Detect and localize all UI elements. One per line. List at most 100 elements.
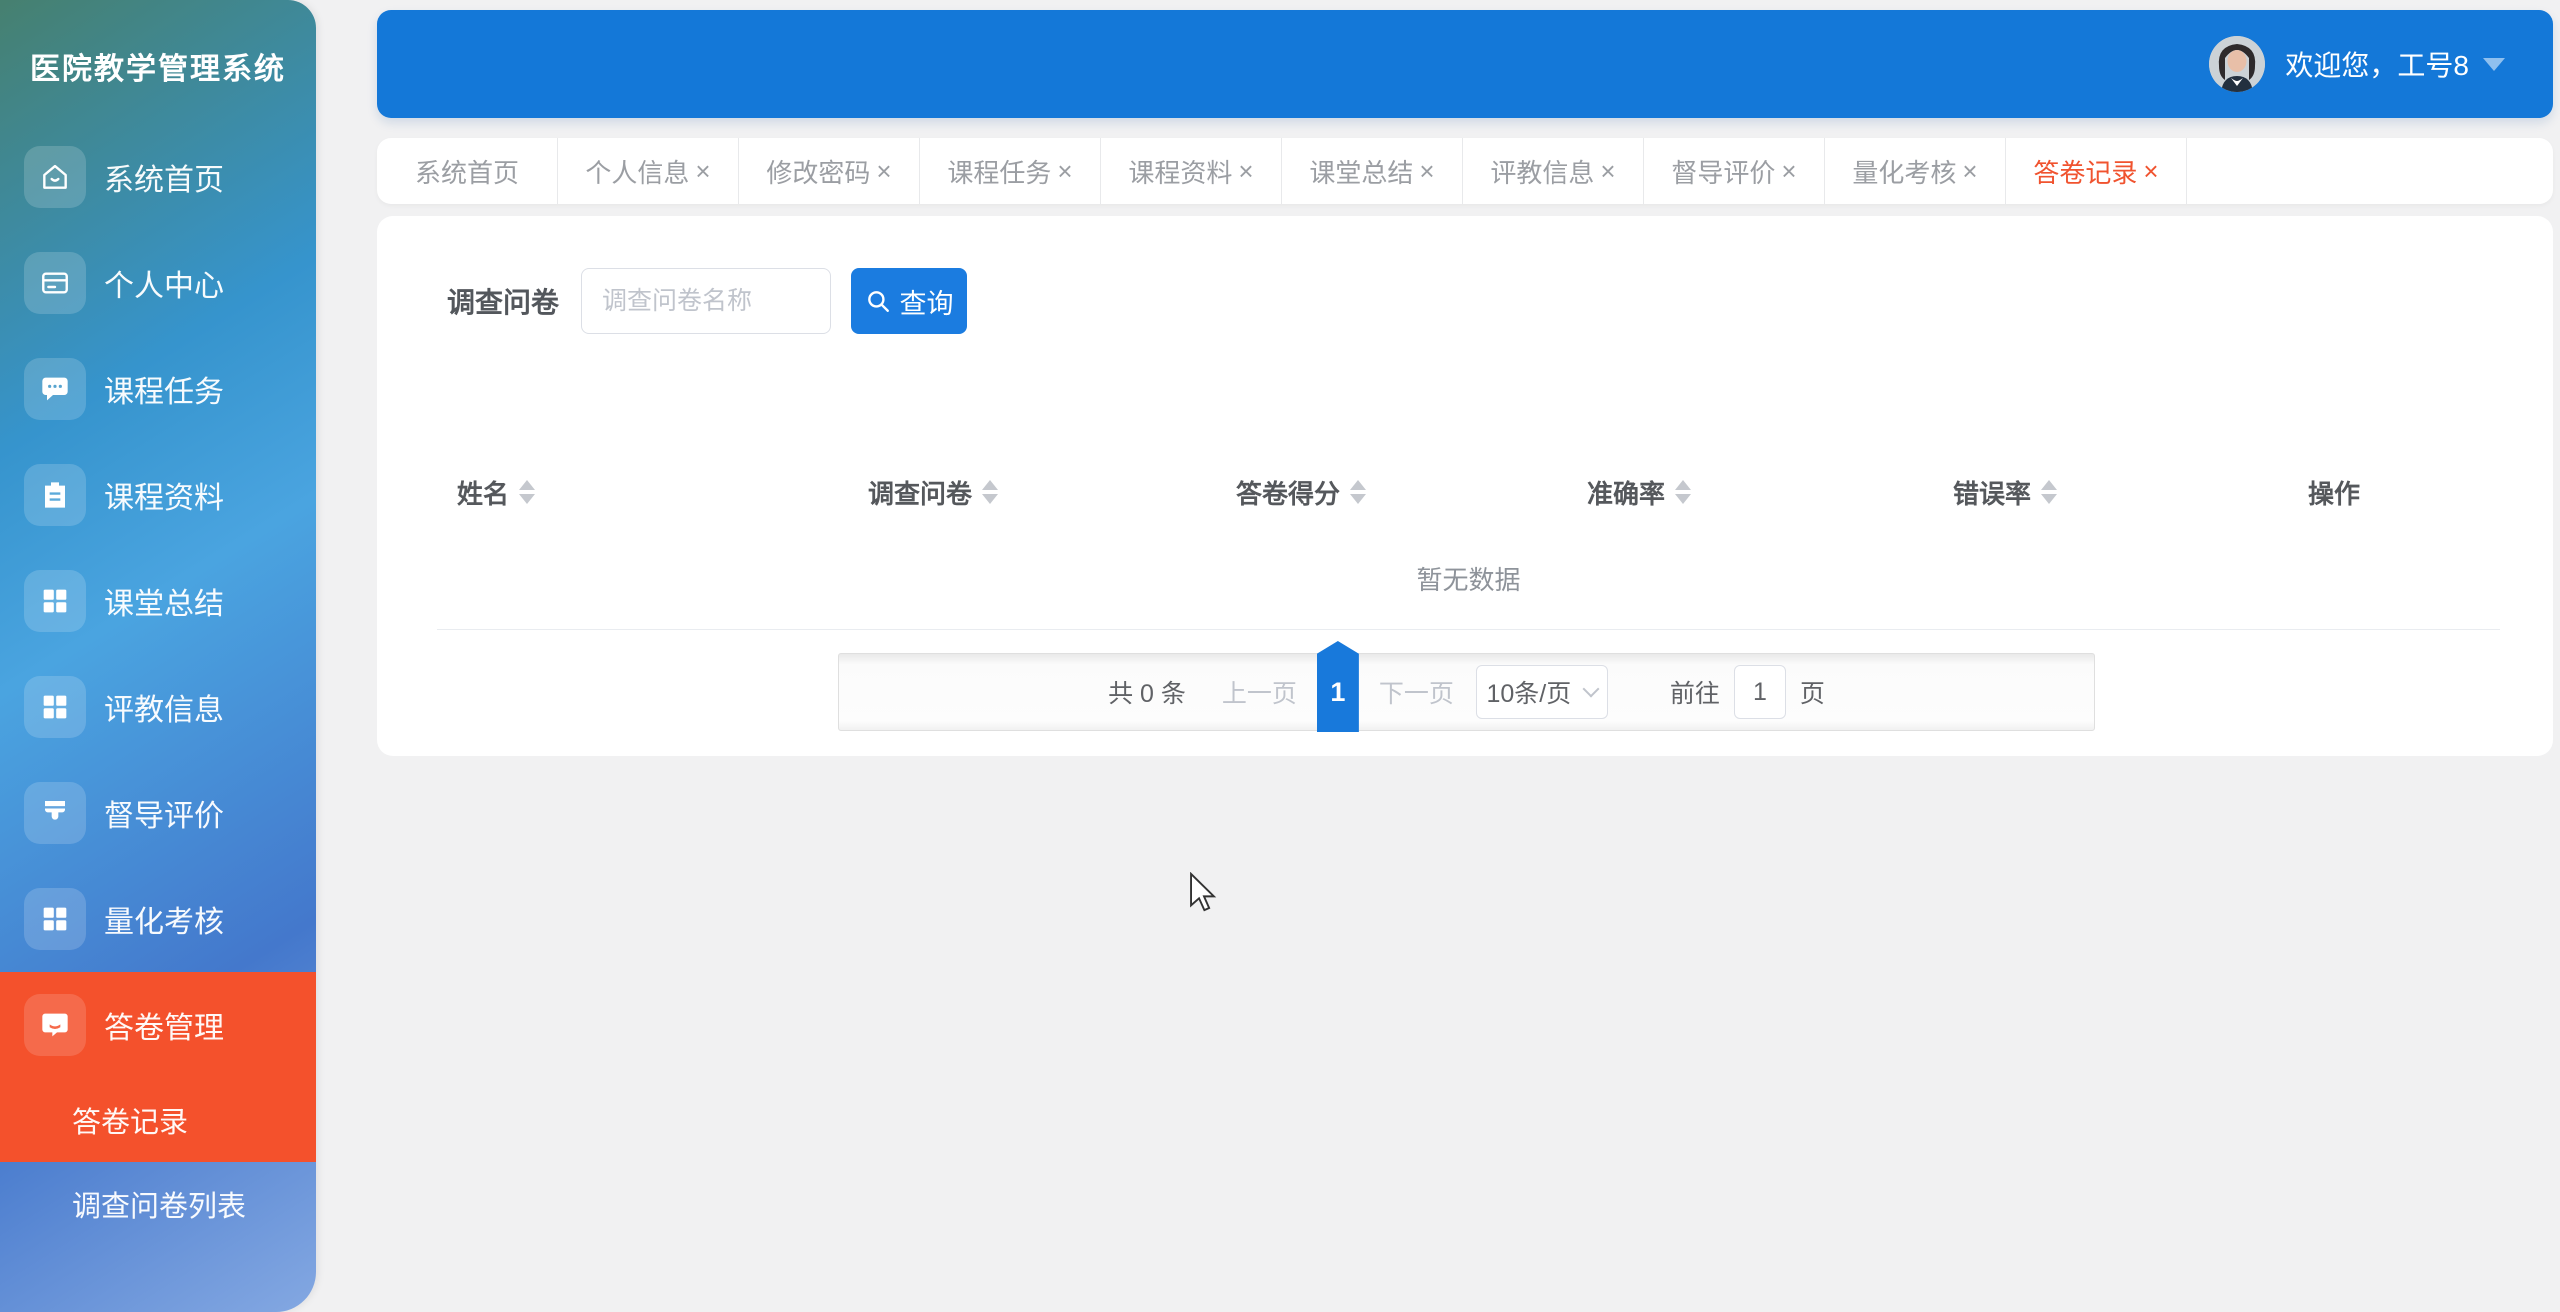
column-header-5: 操作: [2288, 474, 2500, 511]
sidebar-item-label: 督导评价: [104, 800, 224, 833]
card-icon: [24, 252, 86, 314]
tab-6[interactable]: 评教信息 ×: [1463, 138, 1644, 204]
page-size-select[interactable]: 10条/页: [1475, 665, 1608, 719]
sidebar-item-label: 答卷管理: [104, 1012, 224, 1045]
sidebar-item-8[interactable]: 答卷管理: [0, 972, 316, 1078]
tab-close-icon[interactable]: ×: [1962, 158, 1977, 184]
chevron-down-icon: [1582, 680, 1600, 698]
goto-unit-label: 页: [1799, 680, 1825, 708]
sidebar-subitem-8-1[interactable]: 调查问卷列表: [0, 1162, 316, 1246]
tab-1[interactable]: 个人信息 ×: [558, 138, 739, 204]
tab-7[interactable]: 督导评价 ×: [1644, 138, 1825, 204]
goto-page-group: 前往 页: [1670, 665, 1825, 719]
column-header-label: 准确率: [1587, 478, 1666, 509]
tab-5[interactable]: 课堂总结 ×: [1282, 138, 1463, 204]
sidebar-group-8: 答卷管理答卷记录 调查问卷列表: [0, 972, 316, 1246]
tab-label: 系统首页: [414, 157, 519, 188]
column-header-label: 操作: [2308, 478, 2361, 509]
page-size-value: 10条/页: [1486, 680, 1572, 708]
search-icon: [867, 291, 889, 312]
sidebar-item-label: 量化考核: [104, 906, 224, 939]
results-table: 姓名 调查问卷 答卷得分 准确率 错误率 操作 暂无数据: [437, 456, 2500, 630]
sidebar-item-label: 系统首页: [104, 164, 224, 197]
sidebar-item-6[interactable]: 督导评价: [0, 760, 316, 866]
sidebar-item-5[interactable]: 评教信息: [0, 654, 316, 760]
sort-icon[interactable]: [1675, 480, 1692, 504]
column-header-1[interactable]: 调查问卷: [848, 474, 1216, 511]
tab-2[interactable]: 修改密码 ×: [739, 138, 920, 204]
user-avatar[interactable]: [2209, 36, 2266, 92]
sidebar-item-label: 课堂总结: [104, 588, 224, 621]
query-button[interactable]: 查询: [851, 268, 967, 334]
tab-close-icon[interactable]: ×: [2143, 158, 2158, 184]
tab-3[interactable]: 课程任务 ×: [920, 138, 1101, 204]
sort-icon[interactable]: [519, 480, 536, 504]
welcome-text[interactable]: 欢迎您，工号8: [2285, 44, 2469, 84]
top-header: 欢迎您，工号8: [377, 10, 2553, 118]
tab-close-icon[interactable]: ×: [1600, 158, 1615, 184]
answer-icon: [24, 994, 86, 1056]
tab-close-icon[interactable]: ×: [876, 158, 891, 184]
sidebar-group-5: 评教信息: [0, 654, 316, 760]
tab-label: 课程任务: [947, 157, 1052, 188]
tab-label: 督导评价: [1671, 157, 1776, 188]
pagination-total: 共 0 条: [1108, 680, 1186, 708]
app-title: 医院教学管理系统: [30, 53, 286, 86]
sidebar-item-label: 个人中心: [104, 270, 224, 303]
chevron-down-icon[interactable]: [2483, 57, 2505, 71]
search-input[interactable]: [581, 268, 831, 334]
tab-close-icon[interactable]: ×: [1781, 158, 1796, 184]
column-header-label: 答卷得分: [1236, 478, 1341, 509]
column-header-3[interactable]: 准确率: [1567, 474, 1933, 511]
tab-9[interactable]: 答卷记录 ×: [2006, 138, 2187, 204]
tab-4[interactable]: 课程资料 ×: [1101, 138, 1282, 204]
column-header-0[interactable]: 姓名: [437, 474, 848, 511]
sidebar-group-0: 系统首页: [0, 124, 316, 230]
tab-close-icon[interactable]: ×: [1419, 158, 1434, 184]
table-empty-state: 暂无数据: [437, 528, 2500, 630]
current-page-button[interactable]: 1: [1316, 641, 1359, 732]
search-form: 调查问卷 查询: [447, 268, 967, 334]
mouse-cursor: [1190, 872, 1217, 912]
tab-close-icon[interactable]: ×: [1057, 158, 1072, 184]
sidebar-group-1: 个人中心: [0, 230, 316, 336]
goto-label: 前往: [1669, 680, 1720, 708]
column-header-label: 姓名: [457, 478, 510, 509]
prev-page-button[interactable]: 上一页: [1222, 674, 1297, 710]
search-field-label: 调查问卷: [447, 287, 560, 318]
sidebar-item-label: 课程任务: [104, 376, 224, 409]
tab-label: 课堂总结: [1309, 157, 1414, 188]
sidebar-item-4[interactable]: 课堂总结: [0, 548, 316, 654]
sort-icon[interactable]: [2041, 480, 2058, 504]
tab-0[interactable]: 系统首页: [377, 138, 558, 204]
sidebar-item-label: 评教信息: [104, 694, 224, 727]
goto-page-input[interactable]: [1733, 665, 1786, 719]
next-page-button[interactable]: 下一页: [1379, 674, 1454, 710]
sidebar-group-3: 课程资料: [0, 442, 316, 548]
column-header-2[interactable]: 答卷得分: [1216, 474, 1567, 511]
sort-icon[interactable]: [982, 480, 999, 504]
tab-8[interactable]: 量化考核 ×: [1825, 138, 2006, 204]
tab-label: 修改密码: [766, 157, 871, 188]
sort-icon[interactable]: [1350, 480, 1367, 504]
sidebar-item-3[interactable]: 课程资料: [0, 442, 316, 548]
column-header-4[interactable]: 错误率: [1933, 474, 2288, 511]
chat-icon: [24, 358, 86, 420]
sidebar-group-7: 量化考核: [0, 866, 316, 972]
sidebar: 医院教学管理系统 系统首页个人中心课程任务课程资料课堂总结评教信息督导评价量化考…: [0, 0, 316, 1312]
tab-close-icon[interactable]: ×: [1238, 158, 1253, 184]
sidebar-item-0[interactable]: 系统首页: [0, 124, 316, 230]
sidebar-item-2[interactable]: 课程任务: [0, 336, 316, 442]
sidebar-group-2: 课程任务: [0, 336, 316, 442]
tab-label: 答卷记录: [2033, 157, 2138, 188]
tab-close-icon[interactable]: ×: [695, 158, 710, 184]
sidebar-subitem-8-0[interactable]: 答卷记录: [0, 1078, 316, 1162]
sidebar-item-7[interactable]: 量化考核: [0, 866, 316, 972]
query-button-label: 查询: [899, 288, 954, 319]
brush-icon: [24, 782, 86, 844]
tab-label: 评教信息: [1490, 157, 1595, 188]
avatar-image: [2209, 36, 2266, 92]
sidebar-item-1[interactable]: 个人中心: [0, 230, 316, 336]
home-icon: [24, 146, 86, 208]
column-header-label: 调查问卷: [868, 478, 973, 509]
